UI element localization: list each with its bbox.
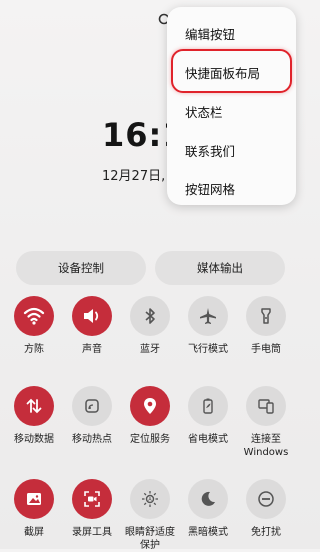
tile-battery-saver[interactable]: 省电模式 xyxy=(183,386,233,446)
tile-label: 移动数据 xyxy=(14,434,54,445)
tile-label: 免打扰 xyxy=(251,527,281,538)
flashlight-icon xyxy=(246,296,286,336)
tile-flashlight[interactable]: 手电筒 xyxy=(241,296,291,356)
tile-label: 方陈 xyxy=(24,344,44,355)
device-control-label: 设备控制 xyxy=(58,261,104,275)
tile-screen-recorder[interactable]: 录屏工具 xyxy=(67,479,117,539)
tile-label: 移动热点 xyxy=(72,434,112,445)
mobile-data-icon xyxy=(14,386,54,426)
tile-wifi[interactable]: 方陈 xyxy=(9,296,59,356)
overflow-menu: 编辑按钮 快捷面板布局 状态栏 联系我们 按钮网格 xyxy=(167,7,296,205)
tile-eye-comfort[interactable]: A 眼睛舒适度 保护 xyxy=(125,479,175,552)
media-output-label: 媒体输出 xyxy=(197,261,243,275)
tile-hotspot[interactable]: 移动热点 xyxy=(67,386,117,446)
tile-label: 眼睛舒适度 保护 xyxy=(125,527,175,551)
menu-item-contact-us[interactable]: 联系我们 xyxy=(185,141,235,160)
tile-label: 连接至 Windows xyxy=(243,434,289,458)
screenshot-icon xyxy=(14,479,54,519)
wifi-icon xyxy=(14,296,54,336)
tile-label: 蓝牙 xyxy=(140,344,160,355)
menu-item-panel-layout[interactable]: 快捷面板布局 xyxy=(185,63,260,82)
tile-mobile-data[interactable]: 移动数据 xyxy=(9,386,59,446)
hotspot-icon xyxy=(72,386,112,426)
tile-bluetooth[interactable]: 蓝牙 xyxy=(125,296,175,356)
tile-airplane[interactable]: 飞行模式 xyxy=(183,296,233,356)
eye-comfort-icon: A xyxy=(130,479,170,519)
tile-location[interactable]: 定位服务 xyxy=(125,386,175,446)
do-not-disturb-icon xyxy=(246,479,286,519)
tile-label: 飞行模式 xyxy=(188,344,228,355)
bluetooth-icon xyxy=(130,296,170,336)
airplane-icon xyxy=(188,296,228,336)
tile-screenshot[interactable]: 截屏 xyxy=(9,479,59,539)
menu-item-button-grid[interactable]: 按钮网格 xyxy=(185,179,235,198)
menu-item-status-bar[interactable]: 状态栏 xyxy=(185,102,223,121)
dark-mode-icon xyxy=(188,479,228,519)
svg-text:A: A xyxy=(148,497,152,503)
link-to-windows-icon xyxy=(246,386,286,426)
device-control-button[interactable]: 设备控制 xyxy=(16,251,146,285)
tile-label: 手电筒 xyxy=(251,344,281,355)
screen-recorder-icon xyxy=(72,479,112,519)
tile-label: 省电模式 xyxy=(188,434,228,445)
menu-item-edit-buttons[interactable]: 编辑按钮 xyxy=(185,24,235,43)
location-icon xyxy=(130,386,170,426)
media-output-button[interactable]: 媒体输出 xyxy=(155,251,285,285)
tile-do-not-disturb[interactable]: 免打扰 xyxy=(241,479,291,539)
tile-dark-mode[interactable]: 黑暗模式 xyxy=(183,479,233,539)
tile-label: 声音 xyxy=(82,344,102,355)
battery-saver-icon xyxy=(188,386,228,426)
tile-label: 录屏工具 xyxy=(72,527,112,538)
tile-label: 黑暗模式 xyxy=(188,527,228,538)
volume-icon xyxy=(72,296,112,336)
tile-link-to-windows[interactable]: 连接至 Windows xyxy=(241,386,291,459)
tile-label: 截屏 xyxy=(24,527,44,538)
tile-label: 定位服务 xyxy=(130,434,170,445)
tile-sound[interactable]: 声音 xyxy=(67,296,117,356)
